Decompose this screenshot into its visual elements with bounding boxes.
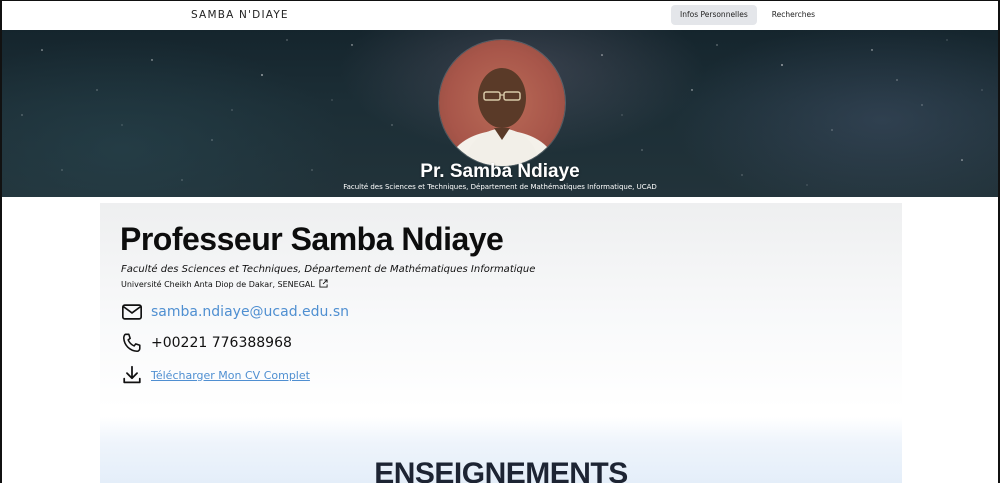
email-link[interactable]: samba.ndiaye@ucad.edu.sn [151,304,349,320]
hero-banner: Pr. Samba Ndiaye Faculté des Sciences et… [2,30,998,197]
profile-title: Professeur Samba Ndiaye [120,221,504,257]
section-title-enseignements: ENSEIGNEMENTS [374,457,628,483]
portrait-illustration [464,68,540,166]
teaching-section: ENSEIGNEMENTS [100,417,902,483]
phone-row: +00221 776388968 [121,332,292,354]
brand-logo[interactable]: SAMBA N'DIAYE [191,9,289,21]
tab-infos-personnelles[interactable]: Infos Personnelles [671,5,757,25]
email-row: samba.ndiaye@ucad.edu.sn [121,301,349,323]
envelope-icon [122,304,142,320]
tab-recherches[interactable]: Recherches [763,5,824,25]
university-text[interactable]: Université Cheikh Anta Diop de Dakar, SE… [121,280,315,289]
phone-icon [122,333,141,353]
external-link-icon [319,279,328,288]
phone-number: +00221 776388968 [151,335,292,351]
download-icon [123,365,141,384]
download-cv-link[interactable]: Télécharger Mon CV Complet [151,369,310,382]
nav-tabs: Infos Personnelles Recherches [671,5,824,25]
cv-row: Télécharger Mon CV Complet [121,364,310,386]
faculty-text: Faculté des Sciences et Techniques, Dépa… [121,264,536,275]
profile-photo [439,40,565,166]
university-link[interactable]: Université Cheikh Anta Diop de Dakar, SE… [121,279,328,289]
profile-card: Professeur Samba Ndiaye Faculté des Scie… [100,203,902,409]
hero-name: Pr. Samba Ndiaye [420,161,580,182]
navbar: SAMBA N'DIAYE Infos Personnelles Recherc… [2,1,998,30]
hero-subtitle: Faculté des Sciences et Techniques, Dépa… [343,183,657,191]
page-frame: SAMBA N'DIAYE Infos Personnelles Recherc… [0,0,1000,483]
